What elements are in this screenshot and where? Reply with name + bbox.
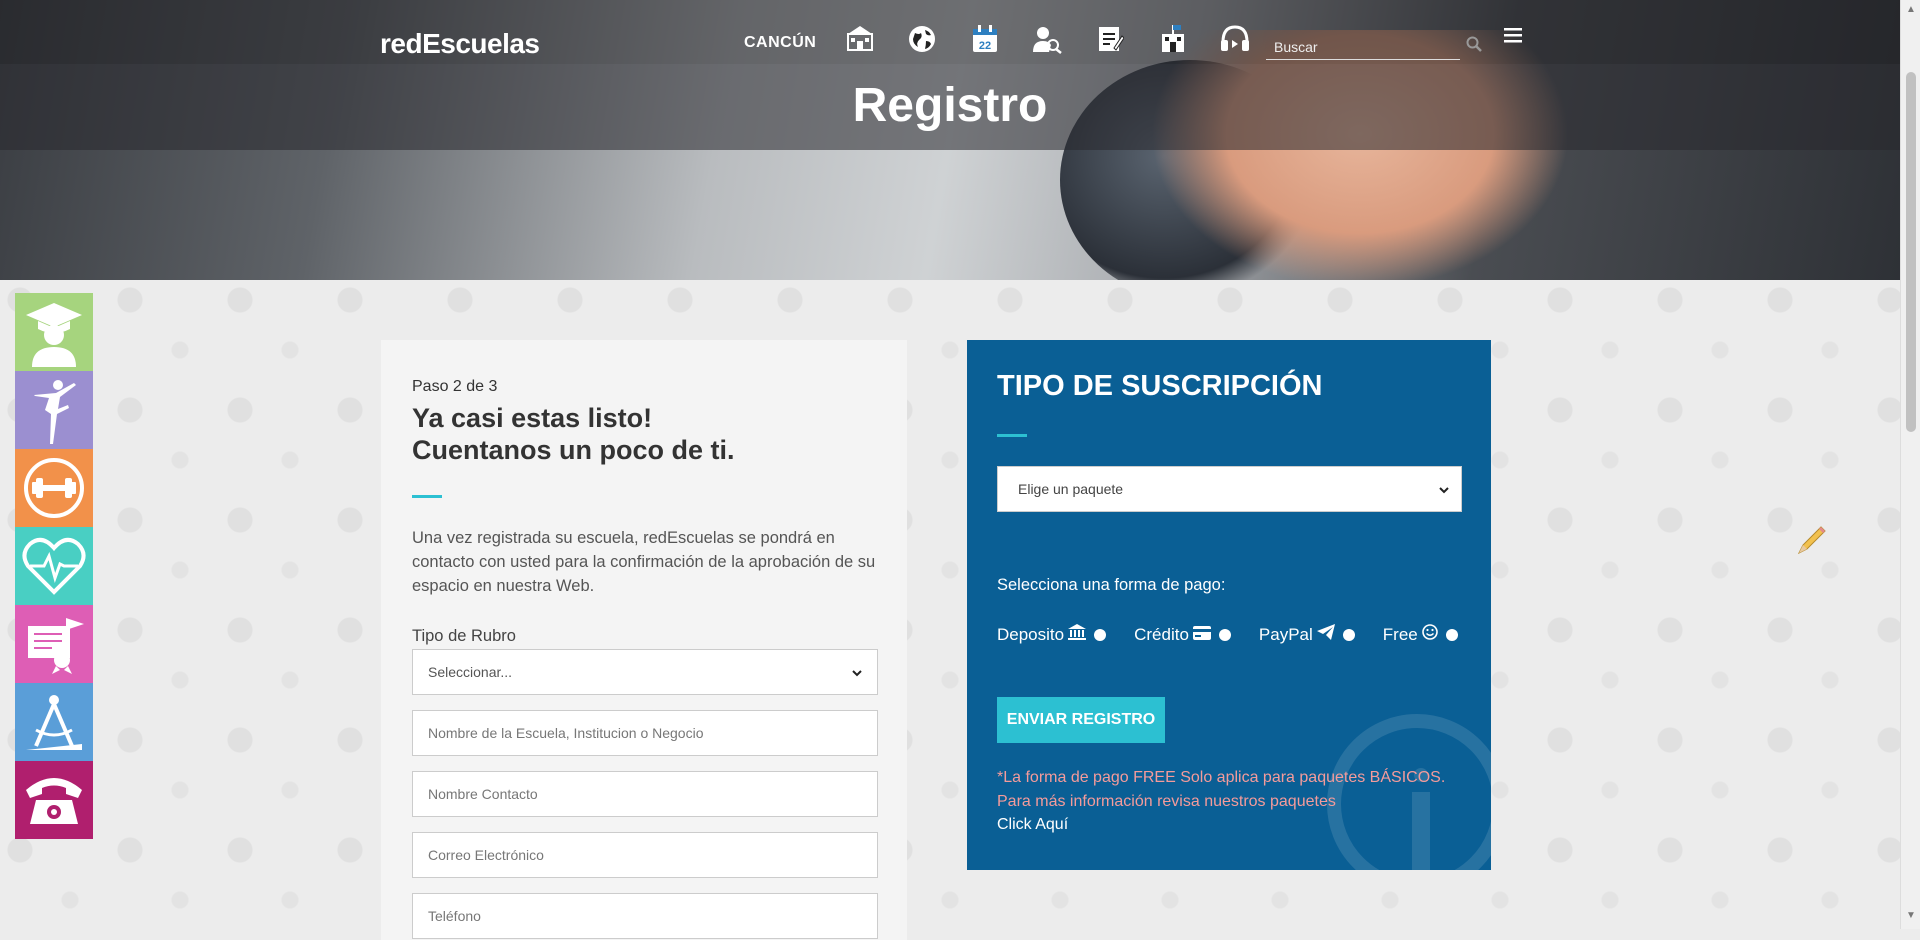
payment-note: *La forma de pago FREE Solo aplica para … [997,769,1446,810]
form-heading-line2: Cuentanos un poco de ti. [412,435,735,465]
calendar-icon[interactable]: 22 [968,24,1002,56]
city-selector[interactable]: CANCÚN [744,34,816,52]
smile-icon [1421,624,1438,645]
scrollbar-thumb[interactable] [1906,72,1916,432]
package-select[interactable]: Elige un paquete [997,466,1462,512]
rubro-select[interactable]: Seleccionar... [412,649,878,695]
subscription-title: TIPO DE SUSCRIPCIÓN [997,370,1323,402]
payment-label: Selecciona una forma de pago: [997,576,1226,594]
payment-option-label: Free [1382,624,1418,644]
send-registration-button[interactable]: ENVIAR REGISTRO [997,697,1165,743]
diploma-category-tile[interactable] [15,605,93,683]
school-icon[interactable] [843,24,877,56]
packages-link[interactable]: Click Aquí [997,816,1068,834]
calendar-day: 22 [979,40,991,52]
user-search-icon[interactable] [1030,24,1064,56]
scroll-down-arrow-icon[interactable]: ▼ [1906,910,1916,921]
compass-ruler-icon [26,695,82,750]
dumbbell-icon [24,458,84,518]
health-category-tile[interactable] [15,527,93,605]
payment-option-paypal[interactable]: PayPal [1259,624,1355,645]
payment-radio-credito[interactable] [1218,628,1231,641]
contact-name-input[interactable] [412,771,878,817]
contact-category-tile[interactable] [15,761,93,839]
scroll-up-arrow-icon[interactable]: ▲ [1906,4,1916,15]
rubro-label: Tipo de Rubro [412,627,516,645]
payment-option-label: PayPal [1258,624,1313,644]
search-icon[interactable] [1466,36,1482,57]
accent-divider [412,495,442,498]
payment-option-credito[interactable]: Crédito [1134,624,1231,645]
accent-divider [997,434,1027,437]
subscription-card: TIPO DE SUSCRIPCIÓN Elige un paquete Sel… [967,340,1491,870]
category-sidebar [15,293,93,839]
step-indicator: Paso 2 de 3 [412,378,498,395]
pencil-cursor-icon [1795,523,1829,565]
rubro-select-value: Seleccionar... [428,664,513,680]
registration-form-card: Paso 2 de 3 Ya casi estas listo! Cuentan… [381,340,907,940]
page-scrollbar[interactable]: ▲ ▼ [1900,0,1920,929]
package-select-value: Elige un paquete [1018,481,1124,497]
credit-card-icon [1192,625,1211,645]
notes-icon[interactable] [1093,24,1127,56]
chevron-down-icon [1439,481,1449,497]
payment-option-deposito[interactable]: Deposito [997,624,1107,645]
graduate-icon [26,303,82,367]
form-heading-line1: Ya casi estas listo! [412,403,653,433]
payment-option-label: Deposito [997,624,1065,644]
email-input[interactable] [412,832,878,878]
telephone-icon [26,778,82,824]
site-logo[interactable]: redEscuelas [380,28,540,60]
payment-radio-free[interactable] [1445,628,1458,641]
form-heading: Ya casi estas listo! Cuentanos un poco d… [412,402,882,466]
globe-icon[interactable] [905,24,939,56]
page-background [0,280,1900,929]
form-description: Una vez registrada su escuela, redEscuel… [412,529,876,595]
ballet-category-tile[interactable] [15,371,93,449]
bank-icon [1068,624,1087,645]
phone-input[interactable] [412,893,878,939]
payment-option-label: Crédito [1134,624,1189,644]
tools-category-tile[interactable] [15,683,93,761]
diploma-icon [28,618,84,674]
ballet-dancer-icon [34,380,76,444]
search-input[interactable] [1266,34,1460,60]
hamburger-menu-icon[interactable] [1504,22,1522,50]
paper-plane-icon [1316,624,1335,645]
headset-icon[interactable] [1218,24,1252,56]
heartbeat-icon [22,537,86,595]
top-navigation: redEscuelas CANCÚN 22 [0,0,1900,64]
fitness-category-tile[interactable] [15,449,93,527]
payment-radio-paypal[interactable] [1342,628,1355,641]
chevron-down-icon [852,664,862,680]
page-title: Registro [852,79,1048,132]
graduate-category-tile[interactable] [15,293,93,371]
payment-options: Deposito Crédito PayPal Free [997,624,1458,645]
payment-radio-deposito[interactable] [1094,628,1107,641]
payment-option-free[interactable]: Free [1383,624,1458,645]
flag-school-icon[interactable] [1156,24,1190,56]
school-name-input[interactable] [412,710,878,756]
